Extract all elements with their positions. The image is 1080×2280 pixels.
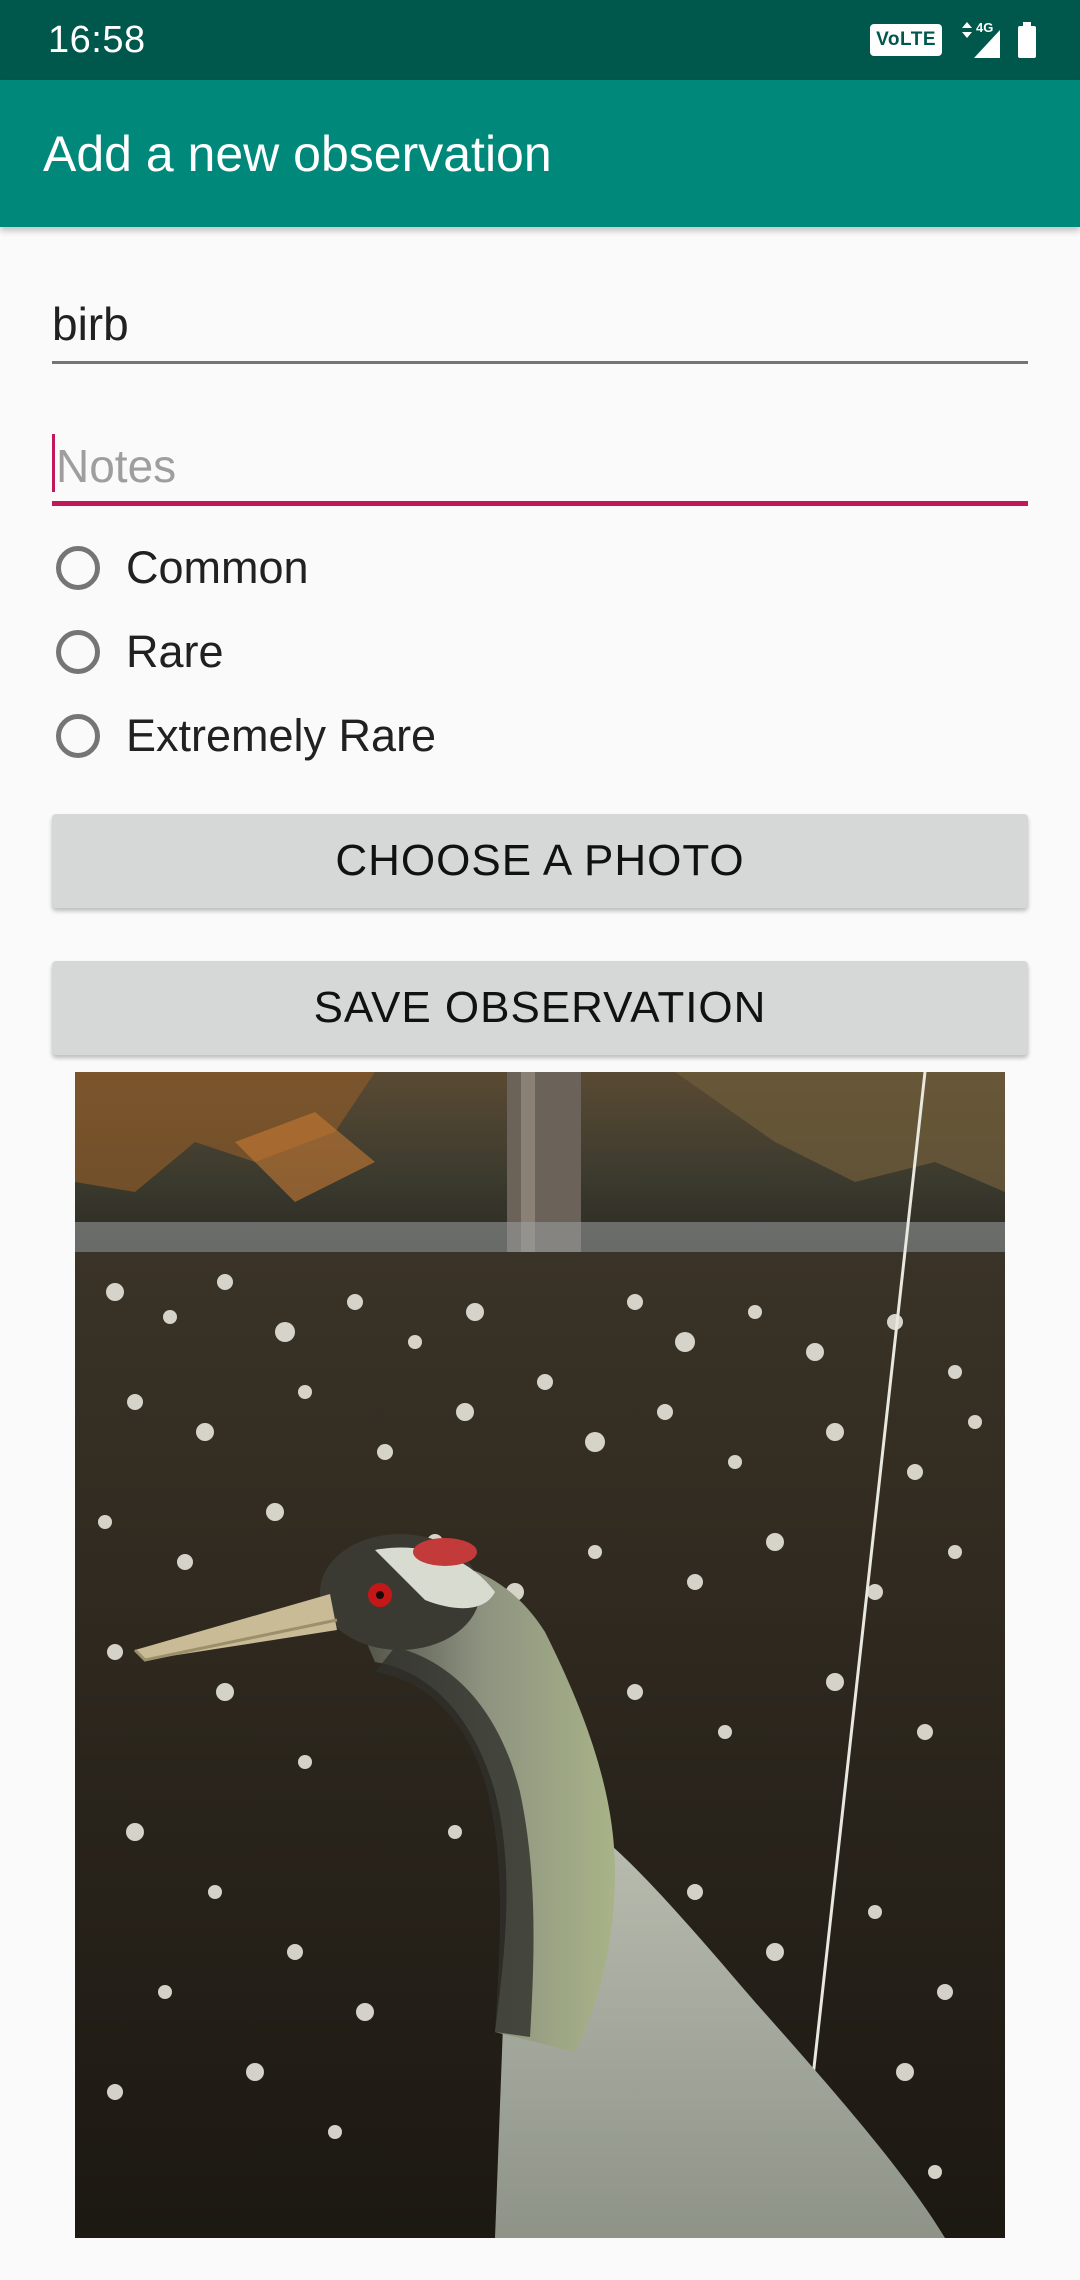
radio-button-icon[interactable] bbox=[56, 630, 100, 674]
radio-common[interactable]: Common bbox=[56, 540, 309, 596]
radio-label: Extremely Rare bbox=[126, 710, 437, 761]
notes-placeholder: Notes bbox=[56, 440, 177, 492]
observation-name-value: birb bbox=[52, 298, 129, 350]
radio-rare[interactable]: Rare bbox=[56, 624, 224, 680]
field-underline bbox=[52, 361, 1028, 364]
radio-label: Common bbox=[126, 542, 309, 593]
radio-label: Rare bbox=[126, 626, 224, 677]
observation-photo bbox=[75, 1072, 1005, 2238]
notes-field[interactable]: Notes bbox=[52, 428, 1028, 506]
data-arrows-icon: 4G bbox=[962, 20, 1000, 58]
volte-icon: VoLTE bbox=[870, 24, 942, 56]
status-time: 16:58 bbox=[48, 19, 146, 61]
field-underline-focused bbox=[52, 501, 1028, 506]
radio-button-icon[interactable] bbox=[56, 546, 100, 590]
observation-name-field[interactable]: birb bbox=[52, 286, 1028, 364]
radio-extremely-rare[interactable]: Extremely Rare bbox=[56, 708, 436, 764]
app-bar: Add a new observation bbox=[0, 80, 1080, 227]
network-label: 4G bbox=[976, 20, 993, 35]
save-observation-button[interactable]: SAVE OBSERVATION bbox=[52, 961, 1028, 1055]
radio-button-icon[interactable] bbox=[56, 714, 100, 758]
text-cursor bbox=[52, 434, 55, 492]
status-icons: VoLTE 4G bbox=[870, 20, 1038, 60]
battery-icon bbox=[1018, 22, 1036, 58]
choose-photo-button[interactable]: CHOOSE A PHOTO bbox=[52, 814, 1028, 908]
status-bar: 16:58 VoLTE 4G bbox=[0, 0, 1080, 80]
crane-photo-image bbox=[75, 1072, 1005, 2238]
volte-label: VoLTE bbox=[876, 29, 936, 50]
page-title: Add a new observation bbox=[43, 126, 552, 182]
